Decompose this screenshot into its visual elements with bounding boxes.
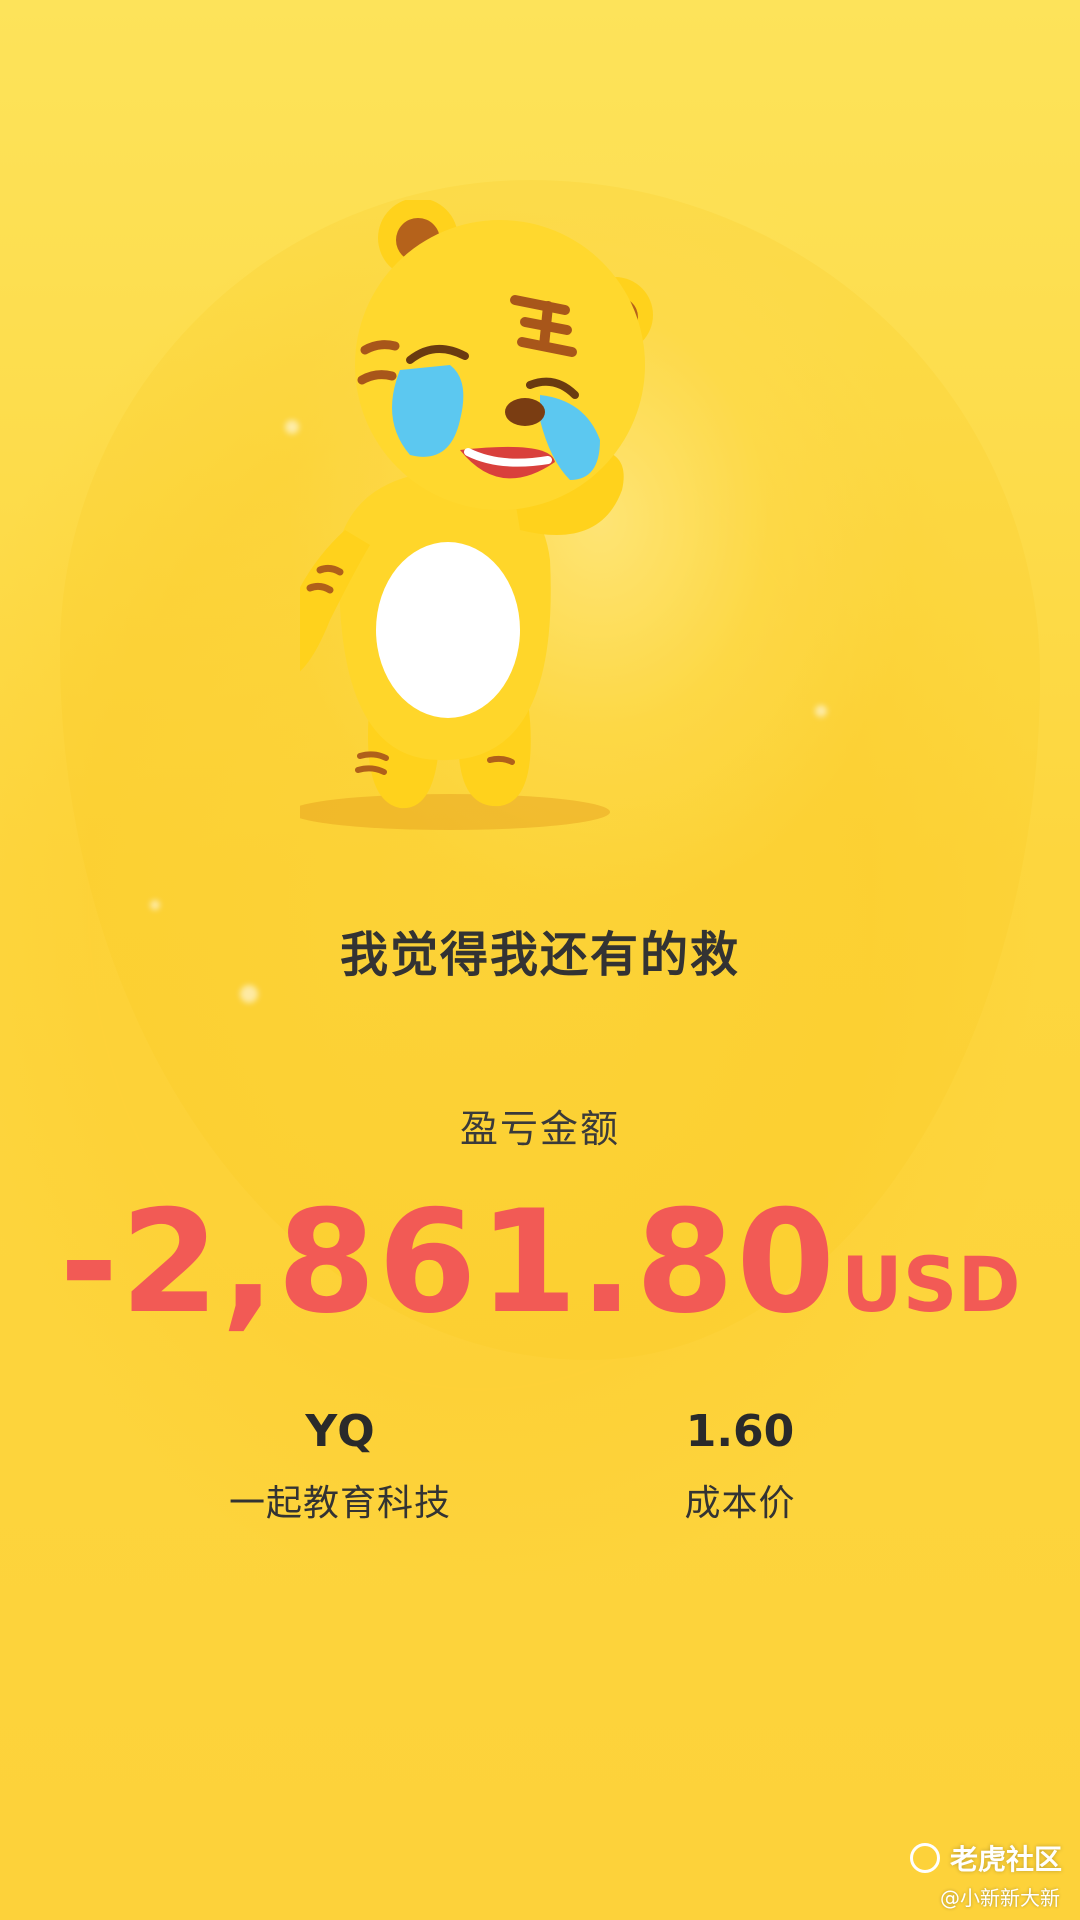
mood-headline: 我觉得我还有的救 [339, 927, 740, 983]
pnl-amount-value: -2,861.80 [59, 1180, 838, 1345]
crying-tiger-mascot-icon [300, 200, 820, 840]
sparkle [240, 985, 258, 1003]
stock-ticker: YQ [305, 1406, 375, 1457]
pnl-amount: -2,861.80USD [0, 1180, 1080, 1345]
stock-info: YQ 一起教育科技 [140, 1400, 540, 1526]
pnl-label: 盈亏金额 [459, 1107, 620, 1151]
sparkle [150, 900, 160, 910]
watermark: 老虎社区 [909, 1838, 1062, 1878]
tiger-logo-icon [909, 1843, 940, 1873]
watermark-brand: 老虎社区 [949, 1843, 1062, 1876]
pnl-currency: USD [841, 1240, 1021, 1329]
cost-info: 1.60 成本价 [540, 1400, 940, 1526]
stock-name: 一起教育科技 [228, 1483, 451, 1524]
sparkle [285, 420, 299, 434]
cost-price-label: 成本价 [684, 1483, 796, 1524]
cost-price-value: 1.60 [685, 1406, 795, 1457]
watermark-credit: @小新新大新 [940, 1886, 1060, 1910]
